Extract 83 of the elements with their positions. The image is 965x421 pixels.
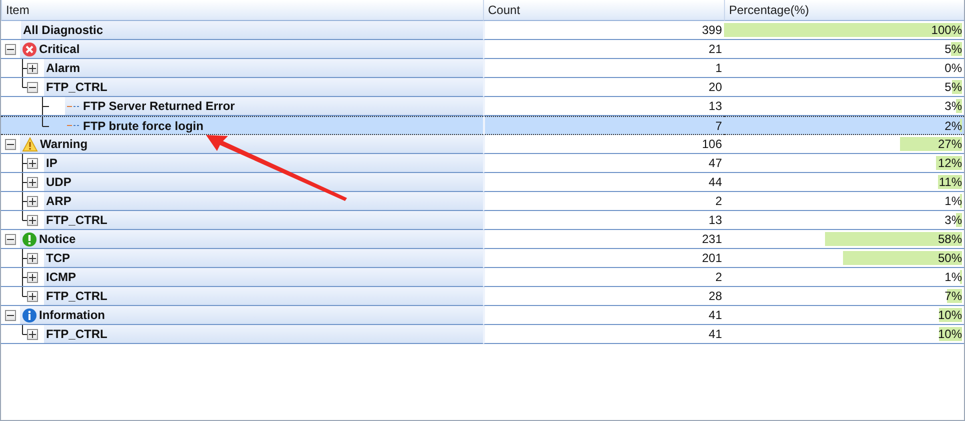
percentage-value: 3%: [944, 213, 963, 227]
count-value: 20: [708, 80, 723, 94]
count-value: 47: [708, 156, 723, 170]
item-label: FTP brute force login: [83, 118, 204, 132]
plus-icon: [29, 160, 36, 166]
collapse-button[interactable]: [27, 82, 38, 92]
plus-icon: [29, 64, 36, 72]
percentage-value: 10%: [938, 308, 963, 322]
count-value: 13: [708, 99, 723, 113]
expand-button[interactable]: [27, 158, 38, 168]
percentage-value: 50%: [938, 251, 963, 265]
item-label: Information: [39, 308, 105, 322]
tree-connector: [22, 325, 27, 335]
percentage-value: 27%: [938, 137, 963, 151]
tree-connector: [42, 97, 49, 115]
count-value: 2: [715, 194, 723, 208]
item-label: Notice: [39, 232, 76, 246]
item-label: UDP: [46, 175, 72, 189]
item-label: FTP_CTRL: [46, 213, 108, 227]
percentage-value: 1%: [944, 270, 963, 284]
count-value: 201: [702, 251, 723, 265]
count-value: 106: [702, 137, 723, 151]
percentage-value: 0%: [944, 61, 963, 75]
expand-button[interactable]: [27, 328, 38, 340]
count-value: 13: [708, 213, 723, 227]
percentage-value: 7%: [944, 289, 963, 303]
column-header[interactable]: Item: [1, 0, 483, 21]
column-header[interactable]: Percentage(%): [724, 0, 964, 21]
item-label: Warning: [40, 137, 88, 151]
item-label: FTP_CTRL: [46, 289, 108, 303]
expand-button[interactable]: [27, 252, 38, 264]
percentage-value: 100%: [931, 23, 963, 37]
percentage-value: 5%: [944, 42, 963, 56]
percentage-value: 3%: [944, 99, 963, 113]
column-header[interactable]: Count: [483, 0, 724, 21]
count-value: 28: [708, 289, 723, 303]
collapse-button[interactable]: [5, 310, 16, 320]
count-value: 21: [708, 42, 723, 56]
percentage-value: 1%: [944, 194, 963, 208]
count-value: 41: [708, 308, 723, 322]
count-value: 231: [702, 232, 723, 246]
collapse-button[interactable]: [5, 234, 16, 244]
percentage-value: 10%: [938, 327, 963, 341]
plus-icon: [29, 292, 36, 300]
percentage-value: 2%: [944, 118, 963, 132]
percentage-value: 12%: [938, 156, 963, 170]
warning-icon: [22, 136, 38, 152]
collapse-button[interactable]: [5, 138, 16, 150]
dash-icon: [67, 104, 79, 108]
plus-icon: [29, 330, 36, 338]
item-label: TCP: [46, 251, 70, 265]
item-label: All Diagnostic: [23, 23, 104, 37]
percentage-value: 5%: [944, 80, 963, 94]
plus-icon: [29, 216, 36, 224]
item-label: FTP_CTRL: [46, 80, 108, 94]
expand-button[interactable]: [27, 272, 38, 282]
plus-icon: [29, 274, 36, 280]
item-label: FTP_CTRL: [46, 327, 108, 341]
plus-icon: [29, 198, 36, 204]
count-value: 2: [715, 270, 723, 284]
item-label: Alarm: [46, 61, 80, 75]
count-value: 44: [708, 175, 723, 189]
expand-button[interactable]: [27, 176, 38, 188]
count-value: 1: [715, 61, 723, 75]
expand-button[interactable]: [27, 290, 38, 302]
count-value: 41: [708, 327, 723, 341]
item-label: ICMP: [46, 270, 76, 284]
item-label: FTP Server Returned Error: [83, 99, 235, 113]
count-value: 399: [702, 23, 723, 37]
plus-icon: [29, 178, 36, 186]
expand-button[interactable]: [27, 62, 38, 74]
item-label: ARP: [46, 194, 72, 208]
count-value: 7: [715, 118, 723, 132]
percentage-value: 58%: [938, 232, 963, 246]
expand-button[interactable]: [27, 214, 38, 226]
item-label: Critical: [39, 42, 80, 56]
expand-button[interactable]: [27, 196, 38, 206]
dash-icon: [67, 124, 79, 127]
item-label: IP: [46, 156, 58, 170]
collapse-button[interactable]: [5, 44, 16, 54]
plus-icon: [29, 254, 36, 262]
percentage-value: 11%: [938, 175, 963, 189]
tree-connector: [42, 117, 49, 127]
